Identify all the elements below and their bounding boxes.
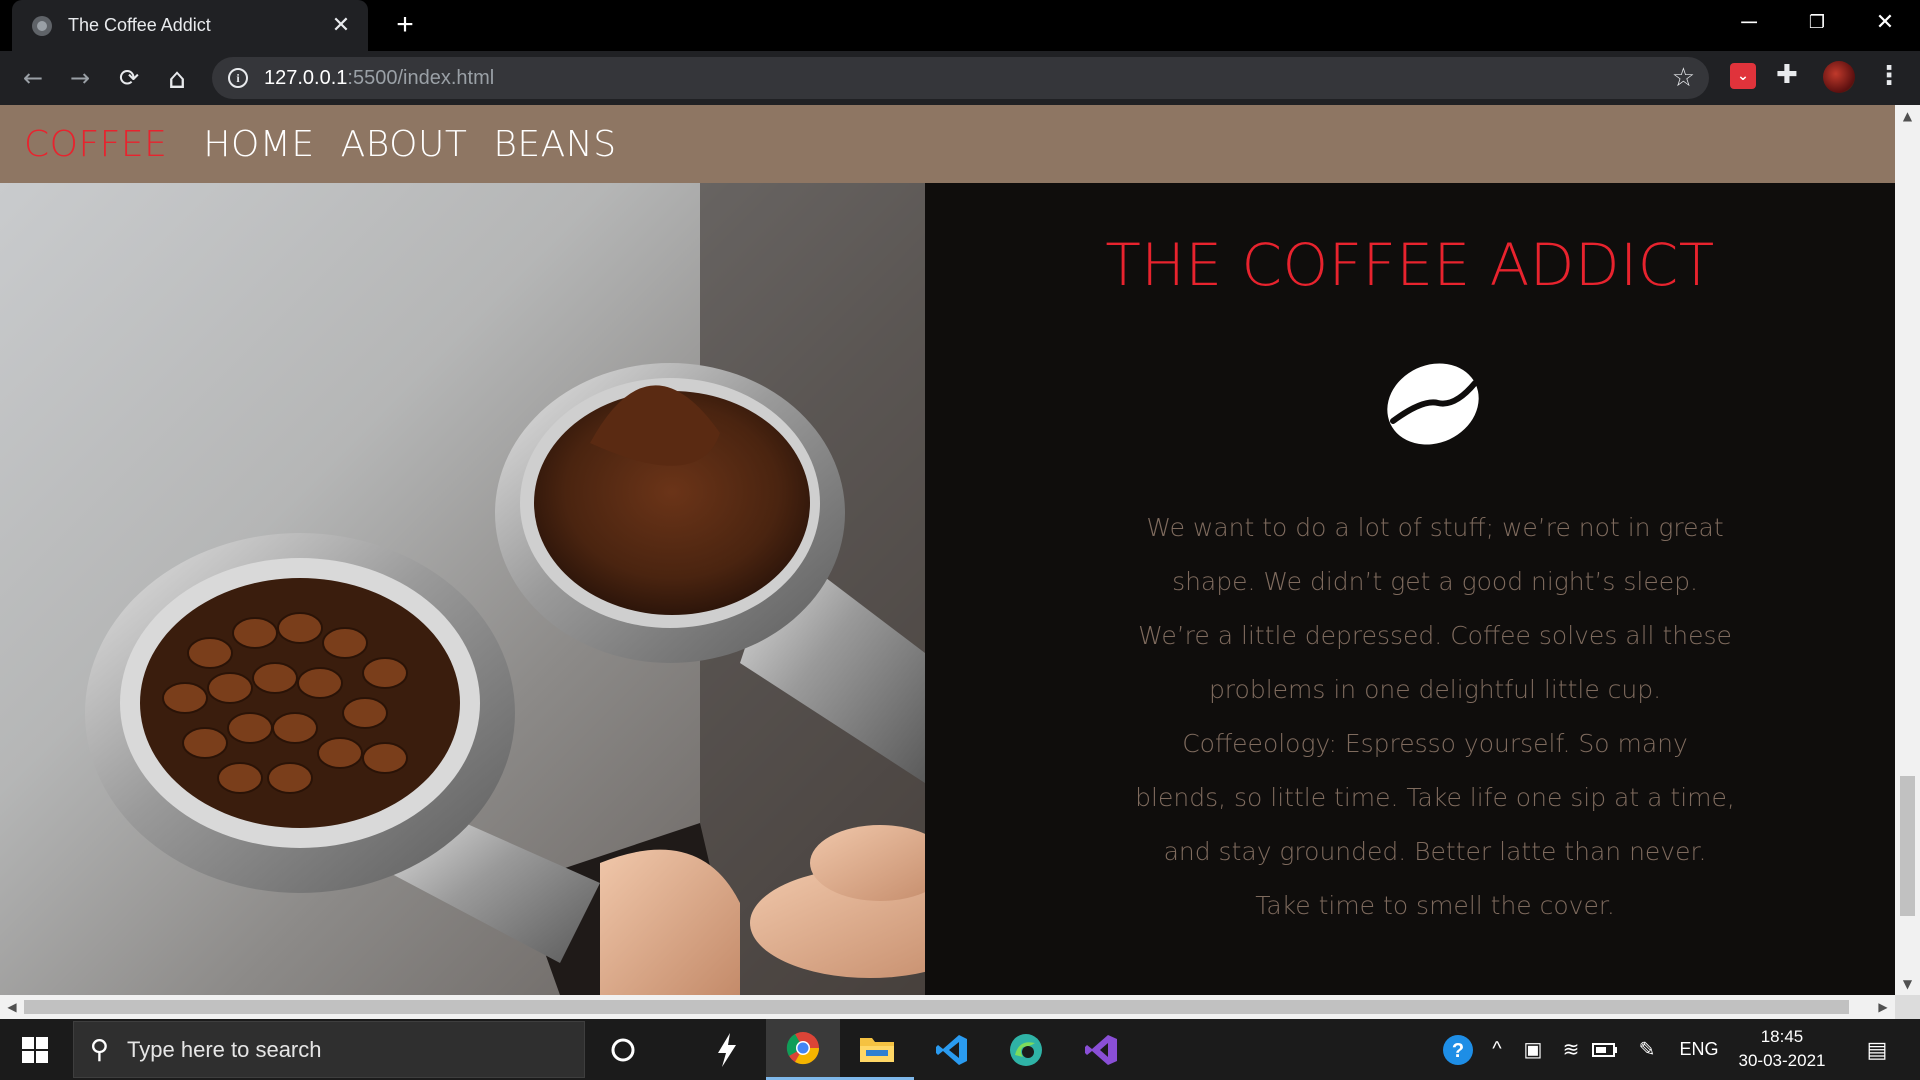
help-circle: ? [1443,1034,1473,1065]
close-tab-icon[interactable]: ✕ [328,13,354,39]
address-bar[interactable]: i 127.0.0.1:5500/index.html ☆ [212,57,1709,99]
globe-icon [32,15,52,36]
vertical-scrollbar[interactable]: ▲ ▼ [1895,105,1920,995]
forward-arrow-icon[interactable]: → [63,61,97,95]
scroll-up-arrow-icon[interactable]: ▲ [1895,105,1920,127]
chrome-logo [786,1032,820,1065]
chrome-icon[interactable] [766,1019,840,1080]
scroll-down-arrow-icon[interactable]: ▼ [1895,973,1920,995]
svg-text:?: ? [1452,1040,1464,1062]
system-clock[interactable]: 18:45 30-03-2021 [1722,1025,1842,1073]
nav-link-about[interactable]: ABOUT [341,124,468,165]
battery-glyph [1592,1042,1617,1057]
windows-taskbar: ⚲ Type here to search ? ^ ▣ ≋ ✎ ENG 18:4… [0,1019,1920,1080]
scroll-right-arrow-icon[interactable]: ▶ [1871,995,1895,1019]
wifi-icon[interactable]: ≋ [1556,1019,1586,1080]
nav-brand-coffee[interactable]: COFFEE [24,124,167,165]
url-host: 127.0.0.1 [264,66,348,89]
minimize-button[interactable]: ─ [1716,0,1782,44]
window-close-button[interactable]: ✕ [1852,0,1918,44]
vscode-icon[interactable] [915,1019,989,1080]
tab-title: The Coffee Addict [68,15,211,35]
network-warning-icon[interactable]: ▣ [1518,1019,1548,1080]
portafilter-illustration [85,183,925,995]
battery-icon[interactable] [1590,1019,1620,1080]
chevron-up-icon[interactable]: ^ [1484,1019,1510,1080]
vertical-scroll-thumb[interactable] [1900,776,1915,916]
language-indicator[interactable]: ENG [1674,1019,1724,1080]
profile-avatar[interactable] [1823,61,1855,93]
coffee-bean-icon [1387,363,1479,445]
taskbar-search-box[interactable]: ⚲ Type here to search [73,1021,585,1078]
visual-studio-icon[interactable] [1064,1019,1138,1080]
pen-icon[interactable]: ✎ [1632,1019,1662,1080]
unknown-app-icon[interactable] [690,1019,764,1080]
about-paragraph: We want to do a lot of stuff; we’re not … [1135,513,1735,920]
url-path: :5500/index.html [347,66,495,89]
clock-time: 18:45 [1760,1027,1804,1046]
pocket-extension-icon[interactable]: ⌄ [1730,63,1756,89]
scrollbar-corner [1895,995,1920,1019]
folder-glyph [860,1038,894,1062]
page-viewport: COFFEE HOME ABOUT BEANS THE COFFEE ADDIC… [0,105,1895,995]
clock-date: 30-03-2021 [1738,1051,1826,1070]
visual-studio-logo [1085,1034,1117,1065]
new-tab-button[interactable]: + [388,8,422,42]
bookmark-star-icon[interactable]: ☆ [1672,63,1695,93]
reload-icon[interactable]: ⟳ [112,61,146,95]
windows-logo-icon [22,1036,48,1063]
vscode-logo [936,1034,967,1065]
cortana-icon[interactable] [586,1019,660,1080]
lightning-glyph [718,1032,736,1067]
browser-tabstrip: The Coffee Addict ✕ + ─ ❐ ✕ [0,0,1920,51]
search-icon: ⚲ [90,1034,110,1065]
edge-icon[interactable] [989,1019,1063,1080]
cortana-circle [611,1038,635,1061]
back-arrow-icon[interactable]: ← [16,61,50,95]
edge-logo [1010,1033,1042,1066]
page-title: THE COFFEE ADDICT [1105,231,1715,299]
restore-button[interactable]: ❐ [1784,0,1850,44]
about-section: THE COFFEE ADDICT We want to do a lot of… [925,183,1895,995]
browser-toolbar: ← → ⟳ ⌂ i 127.0.0.1:5500/index.html ☆ ⌄ … [0,51,1920,105]
horizontal-scrollbar[interactable]: ◀ ▶ [0,995,1895,1019]
site-navbar: COFFEE HOME ABOUT BEANS [0,105,1895,183]
portafilter-photo [0,183,925,995]
notification-center-icon[interactable]: ▤ [1852,1019,1902,1080]
search-placeholder: Type here to search [127,1036,322,1062]
site-info-icon[interactable]: i [228,68,248,88]
file-explorer-icon[interactable] [840,1019,914,1080]
horizontal-scroll-thumb[interactable] [24,1000,1849,1014]
browser-menu-icon[interactable]: ⋮ [1876,61,1902,91]
browser-tab[interactable]: The Coffee Addict ✕ [12,0,368,51]
help-icon[interactable]: ? [1440,1019,1476,1080]
extensions-puzzle-icon[interactable]: ✚ [1776,60,1798,90]
nav-link-home[interactable]: HOME [203,124,314,165]
nav-link-beans[interactable]: BEANS [493,124,616,165]
home-icon[interactable]: ⌂ [160,61,194,95]
windows-start-button[interactable] [0,1019,70,1080]
scroll-left-arrow-icon[interactable]: ◀ [0,995,24,1019]
